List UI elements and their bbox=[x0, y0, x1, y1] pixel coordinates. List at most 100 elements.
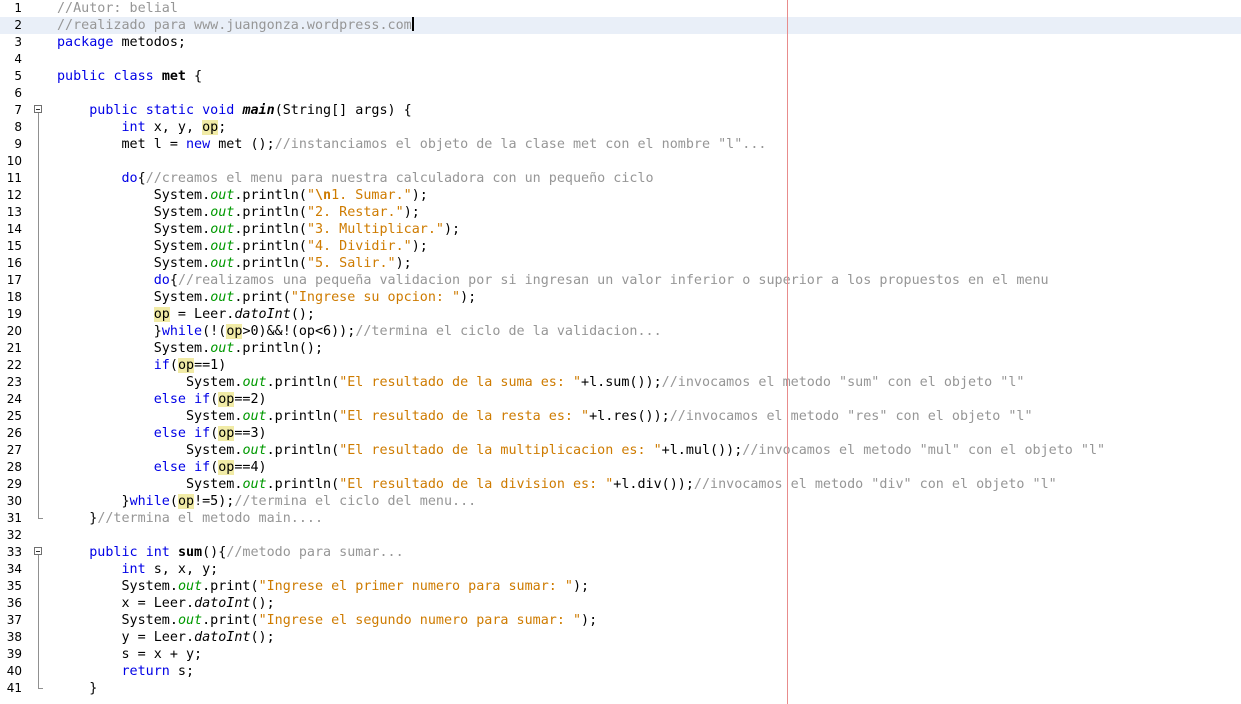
code-text[interactable]: System.out.println("2. Restar."); bbox=[57, 204, 420, 221]
code-line[interactable]: 3 package metodos; bbox=[0, 34, 1241, 51]
code-text[interactable]: System.out.println("El resultado de la m… bbox=[57, 442, 1105, 459]
code-text[interactable]: else if(op==3) bbox=[57, 425, 267, 442]
code-line[interactable]: 23 System.out.println("El resultado de l… bbox=[0, 374, 1241, 391]
code-line[interactable]: 12 System.out.println("\n1. Sumar."); bbox=[0, 187, 1241, 204]
code-text[interactable]: y = Leer.datoInt(); bbox=[57, 629, 274, 646]
code-line[interactable]: 13 System.out.println("2. Restar."); bbox=[0, 204, 1241, 221]
code-text[interactable]: }while(op!=5);//termina el ciclo del men… bbox=[57, 493, 476, 510]
code-line[interactable]: 32 bbox=[0, 527, 1241, 544]
fold-guide-line bbox=[34, 306, 44, 323]
code-line[interactable]: 17 do{//realizamos una pequeña validacio… bbox=[0, 272, 1241, 289]
code-line[interactable]: 27 System.out.println("El resultado de l… bbox=[0, 442, 1241, 459]
code-editor[interactable]: 1 //Autor: belial 2 //realizado para www.ju… bbox=[0, 0, 1241, 704]
code-text[interactable]: System.out.println("El resultado de la d… bbox=[57, 476, 1057, 493]
code-text[interactable]: s = x + y; bbox=[57, 646, 202, 663]
code-line[interactable]: 14 System.out.println("3. Multiplicar.")… bbox=[0, 221, 1241, 238]
code-text[interactable]: System.out.println("5. Salir."); bbox=[57, 255, 412, 272]
line-number: 20 bbox=[6, 324, 22, 338]
code-text[interactable]: return s; bbox=[57, 663, 195, 680]
fold-collapse-icon[interactable] bbox=[34, 544, 44, 561]
code-line[interactable]: 30 }while(op!=5);//termina el ciclo del … bbox=[0, 493, 1241, 510]
code-text[interactable]: } bbox=[57, 680, 97, 697]
line-number: 19 bbox=[6, 307, 22, 321]
code-line[interactable]: 4 bbox=[0, 51, 1241, 68]
code-text[interactable]: System.out.println("3. Multiplicar."); bbox=[57, 221, 460, 238]
line-number: 15 bbox=[6, 239, 22, 253]
line-number: 36 bbox=[6, 596, 22, 610]
code-line[interactable]: 20 }while(!(op>0)&&!(op<6));//termina el… bbox=[0, 323, 1241, 340]
code-text[interactable]: //realizado para www.juangonza.wordpress… bbox=[57, 17, 414, 34]
code-line[interactable]: 40 return s; bbox=[0, 663, 1241, 680]
code-line[interactable]: 35 System.out.print("Ingrese el primer n… bbox=[0, 578, 1241, 595]
line-number: 31 bbox=[6, 511, 22, 525]
line-number: 23 bbox=[6, 375, 22, 389]
code-text[interactable]: System.out.println(); bbox=[57, 340, 323, 357]
code-line[interactable]: 29 System.out.println("El resultado de l… bbox=[0, 476, 1241, 493]
code-line[interactable]: 38 y = Leer.datoInt(); bbox=[0, 629, 1241, 646]
fold-guide-line bbox=[34, 238, 44, 255]
code-text[interactable]: int s, x, y; bbox=[57, 561, 219, 578]
code-line[interactable]: 22 if(op==1) bbox=[0, 357, 1241, 374]
code-line[interactable]: 39 s = x + y; bbox=[0, 646, 1241, 663]
code-line[interactable]: 15 System.out.println("4. Dividir."); bbox=[0, 238, 1241, 255]
code-line[interactable]: 26 else if(op==3) bbox=[0, 425, 1241, 442]
code-text[interactable]: System.out.println("El resultado de la r… bbox=[57, 408, 1033, 425]
code-line[interactable]: 24 else if(op==2) bbox=[0, 391, 1241, 408]
code-line[interactable]: 21 System.out.println(); bbox=[0, 340, 1241, 357]
line-number: 34 bbox=[6, 562, 22, 576]
fold-guide-line bbox=[34, 204, 44, 221]
code-text[interactable]: do{//realizamos una pequeña validacion p… bbox=[57, 272, 1049, 289]
code-line[interactable]: 31 }//termina el metodo main.... bbox=[0, 510, 1241, 527]
code-text[interactable]: public class met { bbox=[57, 68, 202, 85]
code-line[interactable]: 11 do{//creamos el menu para nuestra cal… bbox=[0, 170, 1241, 187]
code-line[interactable]: 7 public static void main(String[] args)… bbox=[0, 102, 1241, 119]
line-number: 28 bbox=[6, 460, 22, 474]
code-text[interactable]: System.out.print("Ingrese el segundo num… bbox=[57, 612, 597, 629]
text-cursor bbox=[411, 17, 414, 31]
code-line[interactable]: 25 System.out.println("El resultado de l… bbox=[0, 408, 1241, 425]
code-text[interactable]: int x, y, op; bbox=[57, 119, 226, 136]
fold-collapse-icon[interactable] bbox=[34, 102, 44, 119]
code-text[interactable]: met l = new met ();//instanciamos el obj… bbox=[57, 136, 766, 153]
fold-guide-line bbox=[34, 425, 44, 442]
code-line[interactable]: 36 x = Leer.datoInt(); bbox=[0, 595, 1241, 612]
code-line[interactable]: 16 System.out.println("5. Salir."); bbox=[0, 255, 1241, 272]
code-line[interactable]: 33 public int sum(){//metodo para sumar.… bbox=[0, 544, 1241, 561]
code-text[interactable]: System.out.println("4. Dividir."); bbox=[57, 238, 428, 255]
code-line[interactable]: 8 int x, y, op; bbox=[0, 119, 1241, 136]
fold-guide-line bbox=[34, 646, 44, 663]
code-line[interactable]: 19 op = Leer.datoInt(); bbox=[0, 306, 1241, 323]
fold-guide-line bbox=[34, 221, 44, 238]
code-text[interactable]: else if(op==2) bbox=[57, 391, 267, 408]
code-text[interactable]: op = Leer.datoInt(); bbox=[57, 306, 315, 323]
code-line[interactable]: 2 //realizado para www.juangonza.wordpres… bbox=[0, 17, 1241, 34]
code-text[interactable]: do{//creamos el menu para nuestra calcul… bbox=[57, 170, 654, 187]
code-text[interactable]: System.out.println("\n1. Sumar."); bbox=[57, 187, 428, 204]
code-line[interactable]: 18 System.out.print("Ingrese su opcion: … bbox=[0, 289, 1241, 306]
fold-guide-line bbox=[34, 255, 44, 272]
code-line[interactable]: 34 int s, x, y; bbox=[0, 561, 1241, 578]
code-line[interactable]: 41 } bbox=[0, 680, 1241, 697]
code-line[interactable]: 5 public class met { bbox=[0, 68, 1241, 85]
code-line[interactable]: 28 else if(op==4) bbox=[0, 459, 1241, 476]
code-line[interactable]: 6 bbox=[0, 85, 1241, 102]
code-text[interactable]: public static void main(String[] args) { bbox=[57, 102, 412, 119]
code-line[interactable]: 1 //Autor: belial bbox=[0, 0, 1241, 17]
code-text[interactable]: }//termina el metodo main.... bbox=[57, 510, 323, 527]
line-number: 3 bbox=[14, 35, 22, 49]
code-text[interactable]: else if(op==4) bbox=[57, 459, 267, 476]
code-line[interactable]: 37 System.out.print("Ingrese el segundo … bbox=[0, 612, 1241, 629]
code-text[interactable]: System.out.println("El resultado de la s… bbox=[57, 374, 1024, 391]
code-text[interactable]: }while(!(op>0)&&!(op<6));//termina el ci… bbox=[57, 323, 662, 340]
line-number: 25 bbox=[6, 409, 22, 423]
code-text[interactable]: //Autor: belial bbox=[57, 0, 178, 17]
code-text[interactable]: x = Leer.datoInt(); bbox=[57, 595, 274, 612]
code-text[interactable]: System.out.print("Ingrese su opcion: "); bbox=[57, 289, 477, 306]
code-text[interactable]: if(op==1) bbox=[57, 357, 226, 374]
code-line[interactable]: 10 bbox=[0, 153, 1241, 170]
fold-guide-line bbox=[34, 561, 44, 578]
code-text[interactable]: public int sum(){//metodo para sumar... bbox=[57, 544, 403, 561]
code-text[interactable]: System.out.print("Ingrese el primer nume… bbox=[57, 578, 589, 595]
code-line[interactable]: 9 met l = new met ();//instanciamos el o… bbox=[0, 136, 1241, 153]
code-text[interactable]: package metodos; bbox=[57, 34, 186, 51]
